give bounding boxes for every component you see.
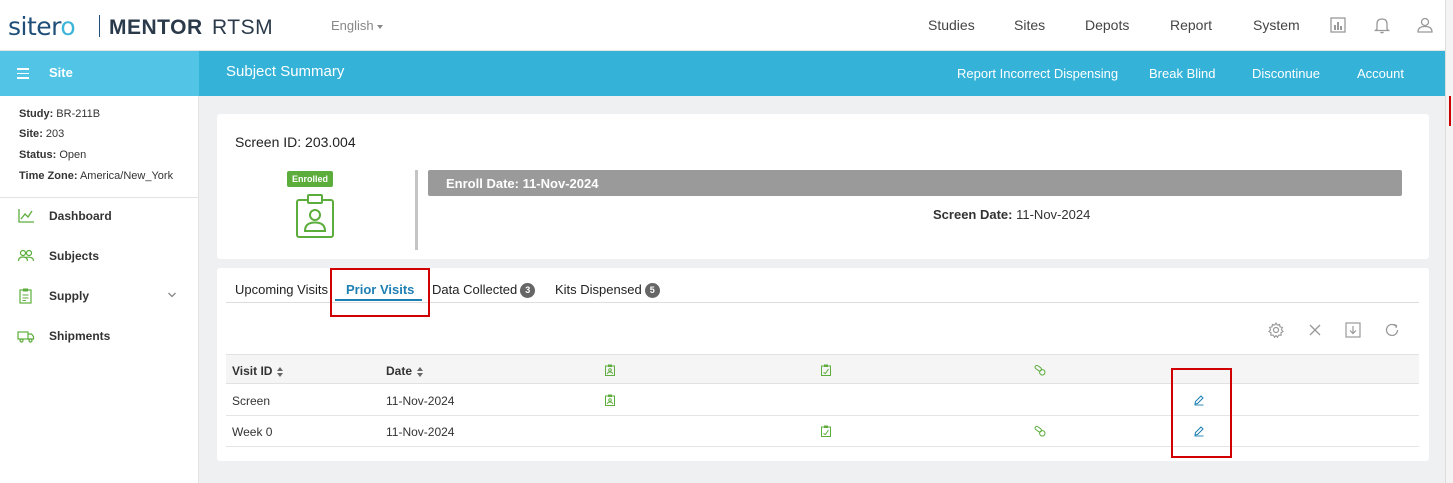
column-header-visit-id[interactable]: Visit ID [232,364,284,378]
tab-upcoming-visits[interactable]: Upcoming Visits [235,282,328,297]
sidebar-item-shipments[interactable]: Shipments [17,324,187,348]
nav-studies[interactable]: Studies [928,17,975,33]
chevron-down-icon[interactable] [167,290,177,300]
count-badge: 3 [520,283,536,299]
report-chart-icon[interactable] [1327,14,1349,36]
checklist-column-icon [821,364,831,376]
hamburger-menu-icon[interactable] [17,68,29,79]
sort-icon[interactable] [277,366,284,377]
sitero-logo: sitero [8,12,76,41]
scroll-marker [1449,96,1451,126]
status-badge: Enrolled [287,171,334,187]
pills-column-icon [1034,364,1046,376]
sort-icon[interactable] [417,366,424,377]
screen-date-label: Screen Date: [933,207,1013,222]
table-header: Visit ID Date [226,354,1419,384]
count-badge: 5 [644,283,660,299]
logo-rtsm: RTSM [212,16,274,39]
sidebar-item-label: Shipments [49,329,111,343]
sidebar-item-dashboard[interactable]: Dashboard [17,204,187,228]
column-header-date[interactable]: Date [386,364,424,378]
screen-date: Screen Date: 11-Nov-2024 [933,207,1090,222]
highlight-box-edit-column [1171,368,1232,458]
users-icon [17,249,35,262]
highlight-box-prior-visits [330,268,430,317]
subject-summary-card: Screen ID: 203.004 Enrolled Enroll Date:… [217,114,1429,259]
page-header: Subject Summary Report Incorrect Dispens… [199,51,1445,96]
page-title: Subject Summary [226,63,345,80]
nav-depots[interactable]: Depots [1085,17,1129,33]
sidebar-item-subjects[interactable]: Subjects [17,244,187,268]
tab-data-collected[interactable]: Data Collected 3 [432,282,536,299]
enroll-date-bar: Enroll Date: 11-Nov-2024 [428,170,1402,196]
truck-icon [17,331,35,343]
close-icon[interactable] [1306,321,1324,339]
account-link[interactable]: Account [1357,66,1404,81]
clipboard-icon [19,288,32,304]
checklist-icon[interactable] [820,425,832,437]
nav-report[interactable]: Report [1170,17,1212,33]
top-navbar: sitero MENTOR RTSM English Studies Sites… [0,0,1445,51]
screen-date-value: 11-Nov-2024 [1016,207,1091,222]
visit-id-cell: Screen [232,394,271,408]
user-icon[interactable] [1414,14,1436,36]
settings-icon[interactable] [1267,321,1285,339]
bell-icon[interactable] [1371,14,1393,36]
logo-mentor: MENTOR [109,16,203,39]
site-info: Site: 203 [19,128,65,140]
language-dropdown[interactable]: English [331,18,383,33]
table-row[interactable]: Week 0 11-Nov-2024 [226,416,1419,447]
nav-system[interactable]: System [1253,17,1300,33]
download-icon[interactable] [1344,321,1362,339]
logo-divider [99,15,100,37]
study-info: Study: BR-211B [19,108,101,120]
sidebar-item-label: Dashboard [49,209,112,223]
pills-icon[interactable] [1034,425,1046,437]
chart-line-icon [18,209,34,223]
subject-badge-icon [296,194,334,238]
report-incorrect-dispensing-link[interactable]: Report Incorrect Dispensing [957,66,1118,81]
sidebar-divider [0,197,199,198]
table-row[interactable]: Screen 11-Nov-2024 [226,385,1419,416]
date-cell: 11-Nov-2024 [386,394,455,408]
sidebar-title: Site [49,65,73,80]
nav-sites[interactable]: Sites [1014,17,1045,33]
subject-badge-column-icon [605,364,615,376]
sidebar: Study: BR-211B Site: 203 Status: Open Ti… [0,96,199,483]
sidebar-item-supply[interactable]: Supply [17,284,187,308]
visits-card: Upcoming Visits Prior Visits Data Collec… [217,268,1429,461]
sidebar-item-label: Supply [49,289,90,303]
screen-id-heading: Screen ID: 203.004 [235,134,356,150]
visit-id-cell: Week 0 [232,425,273,439]
date-cell: 11-Nov-2024 [386,425,455,439]
scrollbar[interactable] [1445,0,1453,483]
tab-kits-dispensed[interactable]: Kits Dispensed 5 [555,282,660,299]
summary-divider [415,170,418,250]
enroll-date-text: Enroll Date: 11-Nov-2024 [446,176,599,191]
discontinue-link[interactable]: Discontinue [1252,66,1320,81]
sidebar-header: Site [0,51,199,96]
status-info: Status: Open [19,149,87,161]
timezone-info: Time Zone: America/New_York [19,170,174,182]
subject-badge-icon [605,394,615,406]
refresh-icon[interactable] [1383,321,1401,339]
break-blind-link[interactable]: Break Blind [1149,66,1215,81]
sidebar-item-label: Subjects [49,249,100,263]
